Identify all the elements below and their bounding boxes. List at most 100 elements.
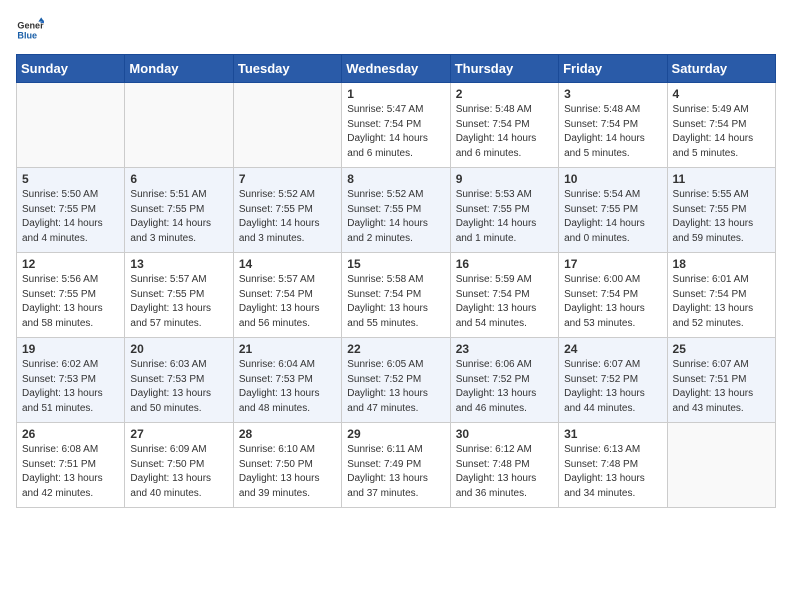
day-cell: 20Sunrise: 6:03 AM Sunset: 7:53 PM Dayli… bbox=[125, 338, 233, 423]
day-cell: 11 Sunrise: 5:55 AM Sunset: 7:55 PM Dayli… bbox=[667, 168, 775, 253]
day-info: Sunrise: 5:47 AM Sunset: 7:54 PM Dayligh… bbox=[347, 103, 444, 161]
day-number: 9 bbox=[456, 172, 553, 186]
day-info: Sunrise: 6:11 AM Sunset: 7:49 PM Dayligh… bbox=[347, 443, 444, 501]
day-cell: 14 Sunrise: 5:57 AM Sunset: 7:54 PM Dayli… bbox=[233, 253, 341, 338]
day-cell: 30 Sunrise: 6:12 AM Sunset: 7:48 PM Dayli… bbox=[450, 423, 558, 508]
day-cell: 4 Sunrise: 5:49 AM Sunset: 7:54 PM Daylig… bbox=[667, 83, 775, 168]
day-cell: 21 Sunrise: 6:04 AM Sunset: 7:53 PM Dayli… bbox=[233, 338, 341, 423]
day-info: Sunrise: 5:51 AM Sunset: 7:55 PM Dayligh… bbox=[130, 188, 227, 246]
day-number: 4 bbox=[673, 87, 770, 101]
week-row-3: 19 Sunrise: 6:02 AM Sunset: 7:53 PM Dayli… bbox=[17, 338, 776, 423]
week-row-2: 12Sunrise: 5:56 AM Sunset: 7:55 PM Dayli… bbox=[17, 253, 776, 338]
day-number: 19 bbox=[22, 342, 119, 356]
day-number: 25 bbox=[673, 342, 770, 356]
day-info: Sunrise: 6:09 AM Sunset: 7:50 PM Dayligh… bbox=[130, 443, 227, 501]
weekday-header-wednesday: Wednesday bbox=[342, 55, 450, 83]
day-info: Sunrise: 5:57 AM Sunset: 7:55 PM Dayligh… bbox=[130, 273, 227, 331]
day-number: 15 bbox=[347, 257, 444, 271]
day-cell: 12Sunrise: 5:56 AM Sunset: 7:55 PM Dayli… bbox=[17, 253, 125, 338]
day-cell: 28 Sunrise: 6:10 AM Sunset: 7:50 PM Dayli… bbox=[233, 423, 341, 508]
day-number: 7 bbox=[239, 172, 336, 186]
weekday-header-friday: Friday bbox=[559, 55, 667, 83]
day-cell: 15Sunrise: 5:58 AM Sunset: 7:54 PM Dayli… bbox=[342, 253, 450, 338]
day-cell: 22Sunrise: 6:05 AM Sunset: 7:52 PM Dayli… bbox=[342, 338, 450, 423]
day-info: Sunrise: 5:59 AM Sunset: 7:54 PM Dayligh… bbox=[456, 273, 553, 331]
day-number: 13 bbox=[130, 257, 227, 271]
day-cell: 10Sunrise: 5:54 AM Sunset: 7:55 PM Dayli… bbox=[559, 168, 667, 253]
day-info: Sunrise: 6:10 AM Sunset: 7:50 PM Dayligh… bbox=[239, 443, 336, 501]
page-header: General Blue bbox=[16, 16, 776, 44]
day-info: Sunrise: 6:07 AM Sunset: 7:51 PM Dayligh… bbox=[673, 358, 770, 416]
day-cell bbox=[17, 83, 125, 168]
day-cell: 24 Sunrise: 6:07 AM Sunset: 7:52 PM Dayli… bbox=[559, 338, 667, 423]
day-info: Sunrise: 5:54 AM Sunset: 7:55 PM Dayligh… bbox=[564, 188, 661, 246]
day-cell bbox=[667, 423, 775, 508]
day-number: 3 bbox=[564, 87, 661, 101]
day-number: 11 bbox=[673, 172, 770, 186]
day-cell: 2Sunrise: 5:48 AM Sunset: 7:54 PM Daylig… bbox=[450, 83, 558, 168]
week-row-1: 5 Sunrise: 5:50 AM Sunset: 7:55 PM Daylig… bbox=[17, 168, 776, 253]
day-number: 23 bbox=[456, 342, 553, 356]
day-number: 28 bbox=[239, 427, 336, 441]
svg-text:General: General bbox=[17, 21, 44, 31]
day-cell: 13 Sunrise: 5:57 AM Sunset: 7:55 PM Dayli… bbox=[125, 253, 233, 338]
day-cell: 18Sunrise: 6:01 AM Sunset: 7:54 PM Dayli… bbox=[667, 253, 775, 338]
weekday-header-tuesday: Tuesday bbox=[233, 55, 341, 83]
day-cell: 19 Sunrise: 6:02 AM Sunset: 7:53 PM Dayli… bbox=[17, 338, 125, 423]
day-cell: 16 Sunrise: 5:59 AM Sunset: 7:54 PM Dayli… bbox=[450, 253, 558, 338]
weekday-header-thursday: Thursday bbox=[450, 55, 558, 83]
day-number: 14 bbox=[239, 257, 336, 271]
day-cell: 9 Sunrise: 5:53 AM Sunset: 7:55 PM Daylig… bbox=[450, 168, 558, 253]
day-info: Sunrise: 6:00 AM Sunset: 7:54 PM Dayligh… bbox=[564, 273, 661, 331]
day-cell: 29 Sunrise: 6:11 AM Sunset: 7:49 PM Dayli… bbox=[342, 423, 450, 508]
day-number: 24 bbox=[564, 342, 661, 356]
day-number: 5 bbox=[22, 172, 119, 186]
day-info: Sunrise: 5:56 AM Sunset: 7:55 PM Dayligh… bbox=[22, 273, 119, 331]
day-number: 31 bbox=[564, 427, 661, 441]
week-row-4: 26Sunrise: 6:08 AM Sunset: 7:51 PM Dayli… bbox=[17, 423, 776, 508]
day-cell: 26Sunrise: 6:08 AM Sunset: 7:51 PM Dayli… bbox=[17, 423, 125, 508]
day-cell: 25 Sunrise: 6:07 AM Sunset: 7:51 PM Dayli… bbox=[667, 338, 775, 423]
calendar-table: SundayMondayTuesdayWednesdayThursdayFrid… bbox=[16, 54, 776, 508]
day-info: Sunrise: 6:03 AM Sunset: 7:53 PM Dayligh… bbox=[130, 358, 227, 416]
day-number: 30 bbox=[456, 427, 553, 441]
day-cell: 27 Sunrise: 6:09 AM Sunset: 7:50 PM Dayli… bbox=[125, 423, 233, 508]
day-cell: 1Sunrise: 5:47 AM Sunset: 7:54 PM Daylig… bbox=[342, 83, 450, 168]
day-cell bbox=[125, 83, 233, 168]
day-info: Sunrise: 6:08 AM Sunset: 7:51 PM Dayligh… bbox=[22, 443, 119, 501]
weekday-header-monday: Monday bbox=[125, 55, 233, 83]
day-info: Sunrise: 5:48 AM Sunset: 7:54 PM Dayligh… bbox=[564, 103, 661, 161]
day-info: Sunrise: 6:02 AM Sunset: 7:53 PM Dayligh… bbox=[22, 358, 119, 416]
logo: General Blue bbox=[16, 16, 44, 44]
day-info: Sunrise: 5:55 AM Sunset: 7:55 PM Dayligh… bbox=[673, 188, 770, 246]
day-cell: 8Sunrise: 5:52 AM Sunset: 7:55 PM Daylig… bbox=[342, 168, 450, 253]
day-cell: 6Sunrise: 5:51 AM Sunset: 7:55 PM Daylig… bbox=[125, 168, 233, 253]
day-number: 16 bbox=[456, 257, 553, 271]
week-row-0: 1Sunrise: 5:47 AM Sunset: 7:54 PM Daylig… bbox=[17, 83, 776, 168]
day-cell bbox=[233, 83, 341, 168]
day-number: 17 bbox=[564, 257, 661, 271]
weekday-header-saturday: Saturday bbox=[667, 55, 775, 83]
day-info: Sunrise: 5:50 AM Sunset: 7:55 PM Dayligh… bbox=[22, 188, 119, 246]
day-cell: 17 Sunrise: 6:00 AM Sunset: 7:54 PM Dayli… bbox=[559, 253, 667, 338]
day-info: Sunrise: 5:53 AM Sunset: 7:55 PM Dayligh… bbox=[456, 188, 553, 246]
weekday-header-row: SundayMondayTuesdayWednesdayThursdayFrid… bbox=[17, 55, 776, 83]
day-info: Sunrise: 5:52 AM Sunset: 7:55 PM Dayligh… bbox=[239, 188, 336, 246]
day-info: Sunrise: 6:04 AM Sunset: 7:53 PM Dayligh… bbox=[239, 358, 336, 416]
day-cell: 7 Sunrise: 5:52 AM Sunset: 7:55 PM Daylig… bbox=[233, 168, 341, 253]
day-number: 27 bbox=[130, 427, 227, 441]
day-cell: 3 Sunrise: 5:48 AM Sunset: 7:54 PM Daylig… bbox=[559, 83, 667, 168]
day-cell: 23 Sunrise: 6:06 AM Sunset: 7:52 PM Dayli… bbox=[450, 338, 558, 423]
day-info: Sunrise: 5:57 AM Sunset: 7:54 PM Dayligh… bbox=[239, 273, 336, 331]
day-info: Sunrise: 6:01 AM Sunset: 7:54 PM Dayligh… bbox=[673, 273, 770, 331]
day-info: Sunrise: 6:07 AM Sunset: 7:52 PM Dayligh… bbox=[564, 358, 661, 416]
day-number: 8 bbox=[347, 172, 444, 186]
day-number: 21 bbox=[239, 342, 336, 356]
day-number: 29 bbox=[347, 427, 444, 441]
day-info: Sunrise: 5:49 AM Sunset: 7:54 PM Dayligh… bbox=[673, 103, 770, 161]
day-info: Sunrise: 6:12 AM Sunset: 7:48 PM Dayligh… bbox=[456, 443, 553, 501]
weekday-header-sunday: Sunday bbox=[17, 55, 125, 83]
day-cell: 31Sunrise: 6:13 AM Sunset: 7:48 PM Dayli… bbox=[559, 423, 667, 508]
day-info: Sunrise: 6:06 AM Sunset: 7:52 PM Dayligh… bbox=[456, 358, 553, 416]
day-number: 22 bbox=[347, 342, 444, 356]
